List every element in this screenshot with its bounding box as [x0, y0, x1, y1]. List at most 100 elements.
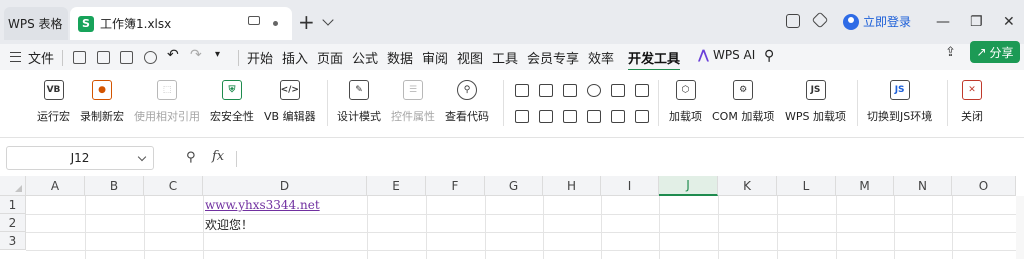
tab-workbook[interactable]: S 工作簿1.xlsx	[70, 7, 292, 40]
tab-wps-sheets[interactable]: WPS 表格	[4, 7, 68, 40]
new-tab-button[interactable]: +	[298, 10, 315, 34]
formula-input[interactable]	[244, 150, 1014, 168]
chevron-down-icon[interactable]	[137, 152, 147, 162]
switch-js-button[interactable]: JS 切换到JS环境	[867, 80, 932, 124]
monitor-icon[interactable]	[248, 16, 260, 25]
close-ribbon-button[interactable]: ✕ 关闭	[961, 80, 983, 124]
column-header-m[interactable]: M	[836, 176, 894, 196]
menu-efficiency[interactable]: 效率	[588, 48, 614, 67]
menu-wps-ai[interactable]: WPS AI	[713, 48, 755, 62]
grid-line	[26, 250, 1016, 251]
vb-editor-button[interactable]: </> VB 编辑器	[264, 80, 316, 124]
cloud-upload-icon[interactable]: ⇪	[945, 45, 956, 60]
record-macro-button[interactable]: ● 录制新宏	[80, 80, 124, 124]
row-header-3[interactable]: 3	[0, 232, 26, 250]
row-header-1[interactable]: 1	[0, 196, 26, 214]
undo-icon[interactable]: ↶	[167, 47, 179, 63]
spin-control-icon[interactable]	[611, 84, 625, 97]
menu-tools[interactable]: 工具	[492, 48, 518, 67]
textbox-control-icon[interactable]	[587, 110, 601, 123]
com-addins-button[interactable]: ⚙ COM 加载项	[712, 80, 774, 124]
vertical-scrollbar[interactable]	[1016, 196, 1024, 259]
unsaved-dot-icon	[273, 21, 278, 26]
record-macro-icon: ●	[92, 80, 112, 100]
column-header-d[interactable]: D	[203, 176, 367, 196]
macro-security-label: 宏安全性	[210, 110, 254, 123]
print-icon[interactable]	[120, 51, 133, 64]
design-mode-icon: ✎	[349, 80, 369, 100]
name-box[interactable]: J12	[6, 146, 154, 170]
relative-reference-button[interactable]: ⬚ 使用相对引用	[134, 80, 200, 124]
menu-member[interactable]: 会员专享	[527, 48, 579, 67]
run-macro-icon: VB	[43, 80, 64, 100]
addins-button[interactable]: ⬡ 加载项	[669, 80, 702, 124]
combo-control-icon[interactable]	[563, 84, 577, 97]
design-mode-button[interactable]: ✎ 设计模式	[337, 80, 381, 124]
menu-review[interactable]: 审阅	[422, 48, 448, 67]
cube-icon[interactable]	[811, 11, 829, 29]
print-preview-icon[interactable]	[144, 51, 157, 64]
redo-icon[interactable]: ↷	[190, 47, 202, 63]
column-header-l[interactable]: L	[777, 176, 836, 196]
control-properties-button[interactable]: ☰ 控件属性	[391, 80, 435, 124]
run-macro-button[interactable]: VB 运行宏	[37, 80, 70, 124]
search-icon[interactable]: ⚲	[764, 48, 774, 64]
spreadsheet-icon: S	[78, 15, 94, 32]
close-button[interactable]: ✕	[1003, 14, 1015, 30]
maximize-button[interactable]: ❐	[970, 14, 983, 30]
wps-addins-label: WPS 加载项	[785, 110, 846, 123]
menu-page[interactable]: 页面	[317, 48, 343, 67]
cell-d2[interactable]: 欢迎您！	[205, 216, 253, 233]
radio-control-icon[interactable]	[587, 84, 601, 97]
listbox-control-icon[interactable]	[515, 110, 529, 123]
save-icon[interactable]	[73, 51, 86, 64]
ribbon-separator	[857, 80, 858, 126]
wps-addins-button[interactable]: JS WPS 加载项	[785, 80, 846, 124]
column-header-j[interactable]: J	[659, 176, 718, 196]
cell-d1-link[interactable]: www.yhxs3344.net	[205, 198, 320, 212]
label-control-icon[interactable]	[539, 110, 553, 123]
column-header-i[interactable]: I	[601, 176, 659, 196]
column-header-o[interactable]: O	[952, 176, 1016, 196]
column-header-b[interactable]: B	[85, 176, 144, 196]
minimize-button[interactable]: —	[936, 14, 950, 30]
zoom-search-icon[interactable]: ⚲	[186, 150, 196, 165]
column-header-h[interactable]: H	[543, 176, 601, 196]
menu-file[interactable]: 文件	[28, 48, 54, 67]
menu-data[interactable]: 数据	[387, 48, 413, 67]
window-switch-icon[interactable]	[786, 14, 800, 28]
column-header-a[interactable]: A	[26, 176, 85, 196]
relative-reference-icon: ⬚	[157, 80, 177, 100]
image-control-icon[interactable]	[635, 84, 649, 97]
select-all-corner[interactable]	[0, 176, 26, 196]
more-controls-icon[interactable]	[635, 110, 649, 123]
chevron-down-icon[interactable]	[322, 14, 334, 26]
frame-control-icon[interactable]	[611, 110, 625, 123]
fx-icon[interactable]: fx	[212, 149, 224, 164]
column-header-c[interactable]: C	[144, 176, 203, 196]
share-button[interactable]: ↗ 分享	[970, 41, 1020, 63]
menu-formulas[interactable]: 公式	[352, 48, 378, 67]
menu-developer[interactable]: 开发工具	[628, 48, 681, 71]
scrollbar-control-icon[interactable]	[563, 110, 577, 123]
view-code-button[interactable]: ⚲ 查看代码	[445, 80, 489, 124]
record-macro-label: 录制新宏	[80, 110, 124, 123]
menu-icon[interactable]	[10, 52, 21, 62]
column-header-g[interactable]: G	[485, 176, 543, 196]
menu-insert[interactable]: 插入	[282, 48, 308, 67]
export-pdf-icon[interactable]	[97, 51, 110, 64]
chart-control-icon[interactable]	[539, 84, 553, 97]
checkbox-control-icon[interactable]	[515, 84, 529, 97]
column-header-k[interactable]: K	[718, 176, 777, 196]
wps-addins-icon: JS	[805, 80, 826, 100]
macro-security-button[interactable]: ⛨ 宏安全性	[210, 80, 254, 124]
column-header-e[interactable]: E	[367, 176, 426, 196]
quick-access-chevron-icon[interactable]: ▾	[215, 49, 220, 60]
switch-js-icon: JS	[889, 80, 910, 100]
login-button[interactable]: 立即登录	[843, 13, 911, 30]
column-header-n[interactable]: N	[894, 176, 952, 196]
column-header-f[interactable]: F	[426, 176, 485, 196]
menu-view[interactable]: 视图	[457, 48, 483, 67]
menu-home[interactable]: 开始	[247, 48, 273, 67]
row-header-2[interactable]: 2	[0, 214, 26, 232]
